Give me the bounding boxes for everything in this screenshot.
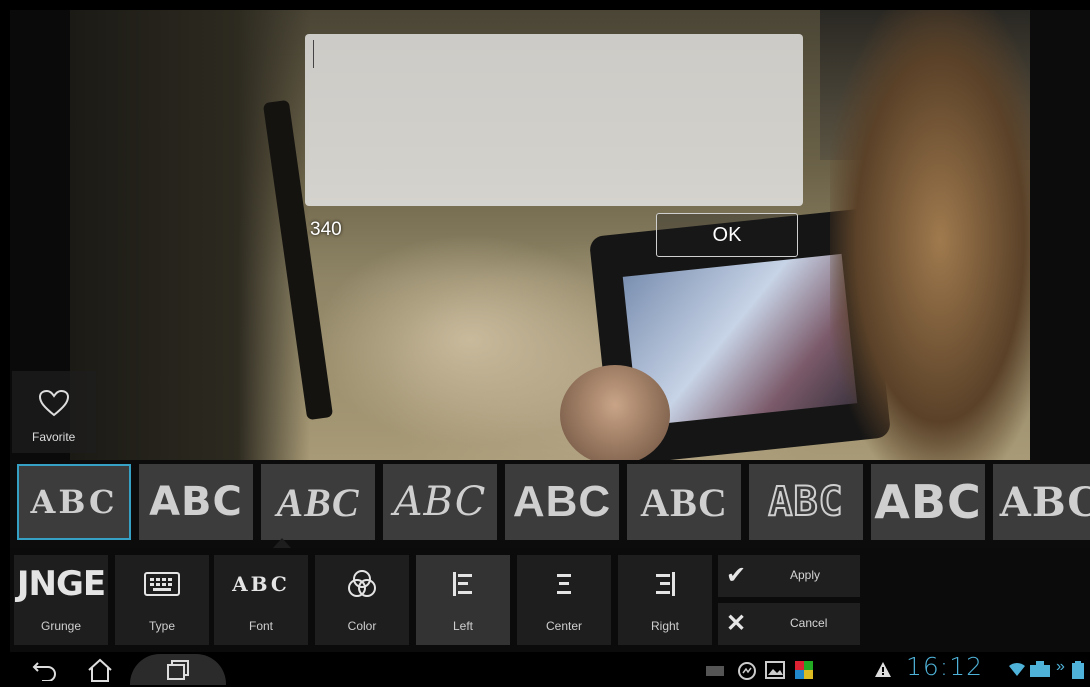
font-button[interactable]: ABC Font: [214, 555, 308, 645]
font-tile[interactable]: ABC: [17, 464, 131, 540]
grunge-button[interactable]: JNGE Grunge: [14, 555, 108, 645]
grunge-preview: JNGE: [16, 564, 106, 604]
font-tile[interactable]: ABC: [139, 464, 253, 540]
font-preview: ABC: [232, 572, 290, 596]
recent-apps-icon: [167, 659, 189, 680]
heart-outline-icon: [38, 389, 70, 417]
x-icon: ✕: [726, 610, 747, 637]
grunge-label: Grunge: [40, 619, 82, 633]
battery-keyboard-icon: [1030, 661, 1050, 677]
align-right-icon: [618, 567, 712, 601]
font-tile[interactable]: ABC: [383, 464, 497, 540]
favorite-button[interactable]: Favorite: [12, 371, 96, 453]
font-tile[interactable]: ABC: [871, 464, 985, 540]
align-left-icon: [416, 567, 510, 601]
system-bar: 16:12 »: [0, 652, 1090, 687]
back-button[interactable]: [20, 654, 70, 685]
gallery-icon: [765, 661, 785, 679]
home-button[interactable]: [75, 654, 125, 685]
color-button[interactable]: Color: [315, 555, 409, 645]
type-button[interactable]: Type: [115, 555, 209, 645]
chat-icon: [738, 662, 756, 680]
align-center-button[interactable]: Center: [517, 555, 611, 645]
character-count: 340: [310, 219, 342, 240]
photo-hand: [560, 365, 670, 460]
align-right-button[interactable]: Right: [618, 555, 712, 645]
apply-button[interactable]: ✔ Apply: [718, 555, 860, 597]
color-circles-icon: [315, 567, 409, 601]
text-caret: [313, 40, 314, 68]
photo-hair: [830, 10, 1030, 460]
font-tile[interactable]: ABC: [993, 464, 1090, 540]
font-strip[interactable]: ABC ABC ABC ABC ABC ABC ABC ABC ABC: [10, 460, 1090, 548]
overflow-icon: »: [1056, 658, 1065, 675]
wifi-icon: [1009, 662, 1025, 676]
photo-right-border: [1030, 10, 1090, 460]
app-icon: [795, 661, 813, 679]
cancel-button[interactable]: ✕ Cancel: [718, 603, 860, 645]
back-icon: [32, 661, 56, 681]
text-input[interactable]: [305, 34, 803, 206]
clock: 16:12: [906, 652, 984, 681]
left-label: Left: [452, 619, 473, 633]
selection-pointer: [273, 538, 291, 548]
home-icon: [88, 658, 112, 682]
font-tile[interactable]: ABC: [505, 464, 619, 540]
center-label: Center: [545, 619, 583, 633]
photo-shadow: [70, 10, 310, 460]
recent-apps-button[interactable]: [130, 654, 226, 685]
font-tile[interactable]: ABC: [627, 464, 741, 540]
font-tile[interactable]: ABC: [749, 464, 863, 540]
text-toolbar: JNGE Grunge Type ABC Font Color Left Cen…: [10, 548, 1090, 652]
right-label: Right: [650, 619, 679, 633]
check-icon: ✔: [726, 562, 747, 589]
font-label: Font: [248, 619, 273, 633]
color-label: Color: [347, 619, 377, 633]
keyboard-status-icon: [706, 666, 724, 676]
battery-icon: [1072, 661, 1084, 679]
font-tile[interactable]: ABC: [261, 464, 375, 540]
ok-button[interactable]: OK: [656, 213, 798, 257]
keyboard-icon: [115, 567, 209, 601]
align-center-icon: [517, 567, 611, 601]
type-label: Type: [148, 619, 175, 633]
cancel-label: Cancel: [790, 616, 828, 630]
warning-icon: [875, 662, 891, 677]
favorite-label: Favorite: [32, 430, 76, 444]
align-left-button[interactable]: Left: [416, 555, 510, 645]
apply-label: Apply: [790, 568, 821, 582]
